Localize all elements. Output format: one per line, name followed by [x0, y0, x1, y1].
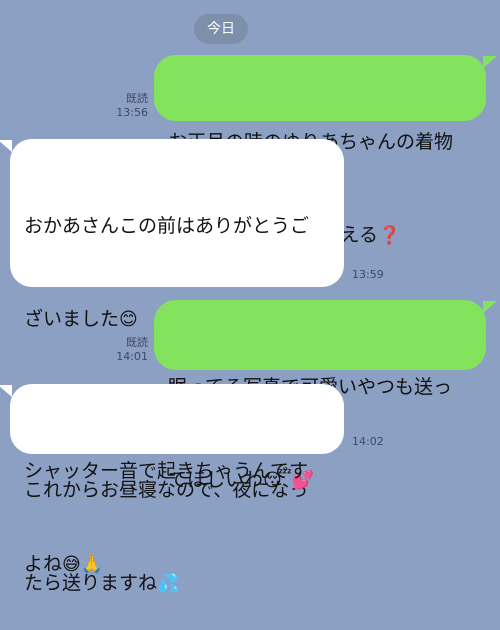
- message-line: シャッター音で起きちゃうんです: [24, 460, 309, 482]
- bubble-tail: [0, 385, 12, 397]
- message-time: 14:01: [116, 350, 148, 363]
- read-receipt: 既読 13:56: [104, 92, 148, 120]
- folded-hands-icon: 🙏: [80, 554, 104, 575]
- incoming-message[interactable]: シャッター音で起きちゃうんです よね😅🙏: [10, 384, 344, 575]
- outgoing-message[interactable]: お正月の時のゆりあちゃんの着物 👘写真を送ってもらえる❓: [154, 55, 486, 246]
- read-receipt: 既読 14:01: [104, 336, 148, 364]
- bubble-tail: [483, 56, 497, 68]
- incoming-message[interactable]: おかあさんこの前はありがとうご ざいました😊 これからお昼寝なので、夜になっ た…: [10, 139, 344, 594]
- question-mark-icon: ❓: [377, 225, 401, 246]
- read-label: 既読: [126, 336, 148, 349]
- message-line: よね😅🙏: [24, 549, 330, 580]
- message-line: おかあさんこの前はありがとうご: [24, 215, 310, 237]
- date-separator: 今日: [194, 14, 248, 44]
- smiling-face-icon: 😊: [119, 309, 138, 330]
- message-time: 14:02: [352, 435, 384, 448]
- bubble-tail: [483, 301, 497, 313]
- read-label: 既読: [126, 92, 148, 105]
- message-time: 13:56: [116, 106, 148, 119]
- grinning-sweat-icon: 😅: [62, 554, 81, 575]
- bubble-tail: [0, 140, 12, 152]
- message-time: 13:59: [352, 268, 384, 281]
- outgoing-message[interactable]: 眠ってる写真で可愛いやつも送っ てほしいわ😴💕: [154, 300, 486, 491]
